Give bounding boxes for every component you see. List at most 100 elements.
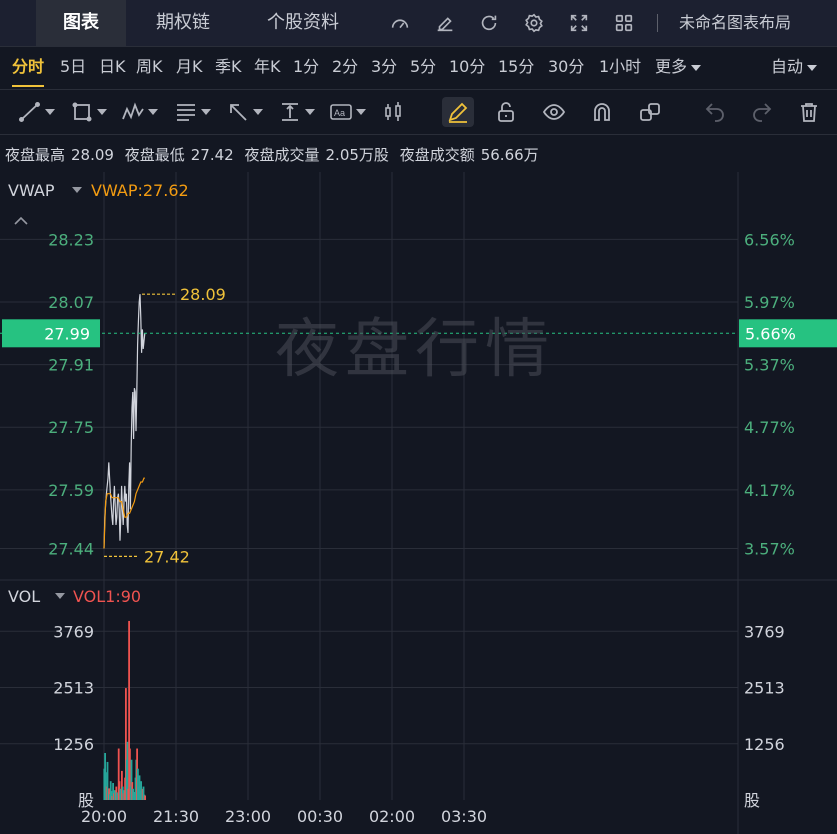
stat-high-value: 28.09 xyxy=(71,146,114,164)
chevron-down-icon xyxy=(45,109,55,115)
chevron-down-icon xyxy=(253,109,263,115)
volume-bars xyxy=(103,620,146,800)
volume-unit-left: 股 xyxy=(78,791,94,810)
toolbar-divider xyxy=(657,14,658,32)
svg-text:Aa: Aa xyxy=(334,108,345,118)
gauge-icon[interactable] xyxy=(385,8,415,38)
volume-indicator-label[interactable]: VOL xyxy=(8,587,40,606)
price-tick-label: 27.59 xyxy=(48,481,94,500)
timeframe-monthly[interactable]: 月K xyxy=(176,47,203,89)
timeframe-2min[interactable]: 2分 xyxy=(332,47,358,89)
chart-layout-name[interactable]: 未命名图表布局 xyxy=(679,0,791,46)
pencil-brush-button[interactable] xyxy=(442,97,474,127)
fib-tool-icon xyxy=(177,104,195,121)
current-percent-label: 5.66% xyxy=(745,324,796,343)
magnet-button[interactable] xyxy=(590,97,614,127)
pencil-edit-icon[interactable] xyxy=(430,8,460,38)
pattern-tool-button[interactable] xyxy=(121,97,158,127)
night-session-watermark: 夜盘行情 xyxy=(275,313,555,387)
hide-drawings-button[interactable] xyxy=(542,97,566,127)
tab-options-chain[interactable]: 期权链 xyxy=(134,0,232,46)
lock-drawings-button[interactable] xyxy=(494,97,518,127)
timeframe-15min[interactable]: 15分 xyxy=(498,47,534,89)
chevron-down-icon xyxy=(305,109,315,115)
stat-high-label: 夜盘最高 xyxy=(5,146,66,164)
redo-icon xyxy=(753,103,772,122)
chart-canvas[interactable]: VWAP VWAP:27.62 VOL VOL1:90 28.23 28.07 27… xyxy=(0,172,837,834)
arrow-tool-button[interactable] xyxy=(226,97,263,127)
link-drawings-button[interactable] xyxy=(638,97,662,127)
measure-tool-button[interactable] xyxy=(278,97,315,127)
candle-tool-button[interactable] xyxy=(382,97,406,127)
indicator-dropdown-icon[interactable] xyxy=(72,187,82,193)
delete-drawings-button[interactable] xyxy=(797,97,821,127)
timeframe-bar: 分时 5日 日K 周K 月K 季K 年K 1分 2分 3分 5分 10分 15分… xyxy=(0,47,837,90)
timeframe-5min[interactable]: 5分 xyxy=(410,47,436,89)
timeframe-5day[interactable]: 5日 xyxy=(60,47,86,89)
timeframe-yearly[interactable]: 年K xyxy=(254,47,281,89)
percent-tick-label: 4.77% xyxy=(744,418,795,437)
price-tick-label: 27.44 xyxy=(48,540,94,559)
timeframe-1hour[interactable]: 1小时 xyxy=(599,47,641,89)
tab-stock-profile[interactable]: 个股资料 xyxy=(246,0,360,46)
text-tool-button[interactable]: Aa xyxy=(329,97,366,127)
timeframe-30min[interactable]: 30分 xyxy=(548,47,584,89)
more-label: 更多 xyxy=(655,57,688,76)
chevron-down-icon xyxy=(201,109,211,115)
text-tool-icon: Aa xyxy=(330,104,352,120)
undo-button[interactable] xyxy=(703,97,727,127)
line-tool-button[interactable] xyxy=(18,97,55,127)
vwap-indicator-value: VWAP:27.62 xyxy=(91,181,189,200)
time-tick-label: 02:00 xyxy=(369,807,415,826)
volume-tick-label-right: 3769 xyxy=(744,622,785,641)
undo-icon xyxy=(705,103,724,122)
candle-tool-icon xyxy=(385,102,401,121)
collapse-up-icon[interactable] xyxy=(14,216,28,225)
timeframe-3min[interactable]: 3分 xyxy=(371,47,397,89)
auto-label: 自动 xyxy=(771,57,804,76)
unlock-icon xyxy=(498,102,514,122)
timeframe-intraday[interactable]: 分时 xyxy=(12,47,45,89)
eye-icon xyxy=(542,104,566,120)
chevron-down-icon xyxy=(356,109,366,115)
redo-button[interactable] xyxy=(750,97,774,127)
price-tick-label: 28.07 xyxy=(48,293,94,312)
timeframe-weekly[interactable]: 周K xyxy=(136,47,163,89)
time-tick-label: 03:30 xyxy=(441,807,487,826)
volume-indicator-value: VOL1:90 xyxy=(73,587,141,606)
price-tick-label: 27.91 xyxy=(48,356,94,375)
timeframe-quarterly[interactable]: 季K xyxy=(215,47,242,89)
auto-scale-dropdown[interactable]: 自动 xyxy=(771,47,818,89)
percent-tick-label: 3.57% xyxy=(744,540,795,559)
price-axis-left: 28.23 28.07 27.91 27.75 27.59 27.44 xyxy=(48,230,94,558)
percent-tick-label: 4.17% xyxy=(744,481,795,500)
high-marker-label: 28.09 xyxy=(180,285,226,304)
drawing-tools-bar: Aa xyxy=(0,90,837,135)
timeframe-daily[interactable]: 日K xyxy=(99,47,126,89)
grid-layout-icon[interactable] xyxy=(609,8,639,38)
tab-chart[interactable]: 图表 xyxy=(36,0,126,46)
stat-low-value: 27.42 xyxy=(190,146,234,164)
indicator-dropdown-icon[interactable] xyxy=(55,593,65,599)
fullscreen-icon[interactable] xyxy=(564,8,594,38)
percent-tick-label: 6.56% xyxy=(744,230,795,249)
refresh-icon[interactable] xyxy=(474,8,504,38)
timeframe-more-dropdown[interactable]: 更多 xyxy=(655,47,702,89)
stat-low-label: 夜盘最低 xyxy=(124,146,185,164)
pencil-icon xyxy=(448,102,468,123)
settings-gear-icon[interactable] xyxy=(519,8,549,38)
link-icon xyxy=(640,103,660,121)
price-line xyxy=(103,294,146,549)
low-marker-label: 27.42 xyxy=(144,547,190,566)
volume-tick-label-left: 2513 xyxy=(53,679,94,698)
timeframe-10min[interactable]: 10分 xyxy=(449,47,485,89)
chart-grid xyxy=(0,172,738,800)
vwap-indicator-label[interactable]: VWAP xyxy=(8,181,55,200)
timeframe-1min[interactable]: 1分 xyxy=(293,47,319,89)
price-tick-label: 28.23 xyxy=(48,230,94,249)
rectangle-tool-button[interactable] xyxy=(70,97,107,127)
current-price-tag-left: 27.99 xyxy=(2,319,100,348)
time-tick-label: 23:00 xyxy=(225,807,271,826)
trash-icon xyxy=(801,103,817,122)
fib-tool-button[interactable] xyxy=(174,97,211,127)
